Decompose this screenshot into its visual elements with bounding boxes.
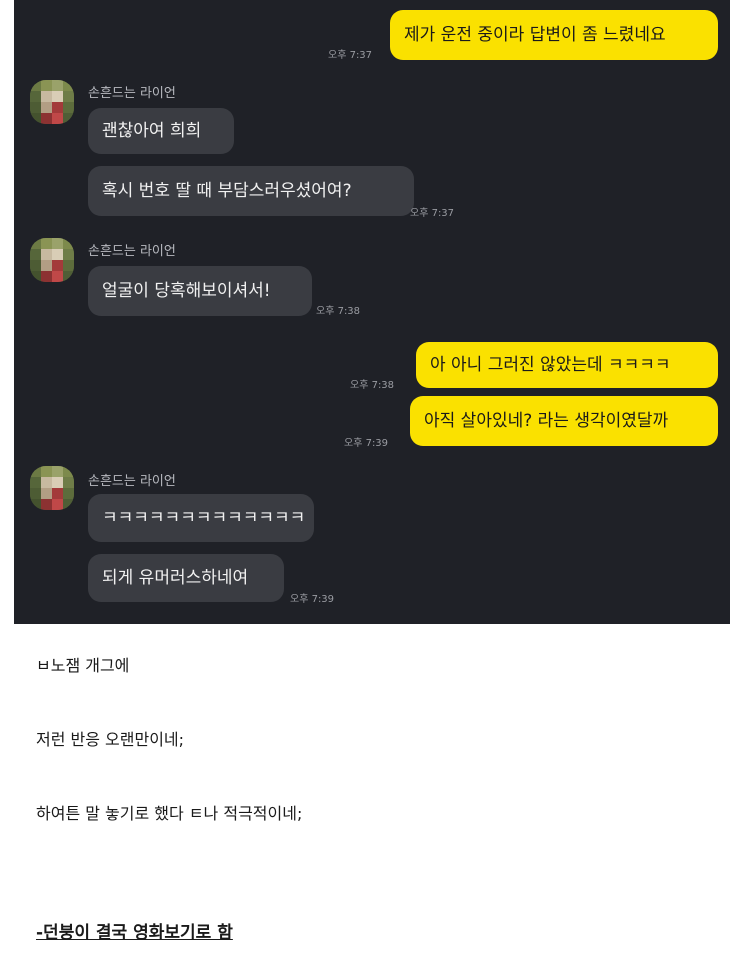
message-time: 오후 7:38 xyxy=(350,380,395,391)
avatar[interactable] xyxy=(30,80,74,124)
message-text: 아 아니 그러진 않았는데 ㅋㅋㅋㅋ xyxy=(430,355,671,375)
my-message-bubble[interactable]: 제가 운전 중이라 답변이 좀 느렸네요 xyxy=(390,10,718,60)
my-message-bubble[interactable]: 아 아니 그러진 않았는데 ㅋㅋㅋㅋ xyxy=(416,342,718,388)
caption-line: 하여튼 말 놓기로 했다 ㅌ나 적극적이네; xyxy=(36,804,303,823)
message-text: 아직 살아있네? 라는 생각이였달까 xyxy=(424,411,669,431)
caption-line: 저런 반응 오랜만이네; xyxy=(36,730,185,749)
caption-headline: -던붕이 결국 영화보기로 함 xyxy=(36,923,233,943)
message-time: 오후 7:37 xyxy=(410,208,455,219)
message-text: 제가 운전 중이라 답변이 좀 느렸네요 xyxy=(404,25,666,45)
message-text: 되게 유머러스하네여 xyxy=(102,568,249,588)
message-text: 괜찮아여 희희 xyxy=(102,121,202,141)
message-text: 혹시 번호 딸 때 부담스러우셨어여? xyxy=(102,181,352,201)
caption-line: ㅂ노잼 개그에 xyxy=(36,656,130,675)
avatar[interactable] xyxy=(30,466,74,510)
their-message-bubble[interactable]: 얼굴이 당혹해보이셔서! xyxy=(88,266,312,316)
their-message-bubble[interactable]: 혹시 번호 딸 때 부담스러우셨어여? xyxy=(88,166,414,216)
chat-window: 제가 운전 중이라 답변이 좀 느렸네요 오후 7:37 손흔드는 라이언 괜찮… xyxy=(14,0,730,624)
their-message-bubble[interactable]: ㅋㅋㅋㅋㅋㅋㅋㅋㅋㅋㅋㅋㅋ xyxy=(88,494,314,542)
message-time: 오후 7:37 xyxy=(328,50,373,61)
message-time: 오후 7:39 xyxy=(344,438,389,449)
their-message-bubble[interactable]: 괜찮아여 희희 xyxy=(88,108,234,154)
their-message-bubble[interactable]: 되게 유머러스하네여 xyxy=(88,554,284,602)
message-text: ㅋㅋㅋㅋㅋㅋㅋㅋㅋㅋㅋㅋㅋ xyxy=(102,508,306,528)
message-time: 오후 7:39 xyxy=(290,594,335,605)
sender-name: 손흔드는 라이언 xyxy=(88,244,176,259)
sender-name: 손흔드는 라이언 xyxy=(88,474,176,489)
my-message-bubble[interactable]: 아직 살아있네? 라는 생각이였달까 xyxy=(410,396,718,446)
message-text: 얼굴이 당혹해보이셔서! xyxy=(102,281,271,301)
avatar[interactable] xyxy=(30,238,74,282)
message-time: 오후 7:38 xyxy=(316,306,361,317)
sender-name: 손흔드는 라이언 xyxy=(88,86,176,101)
